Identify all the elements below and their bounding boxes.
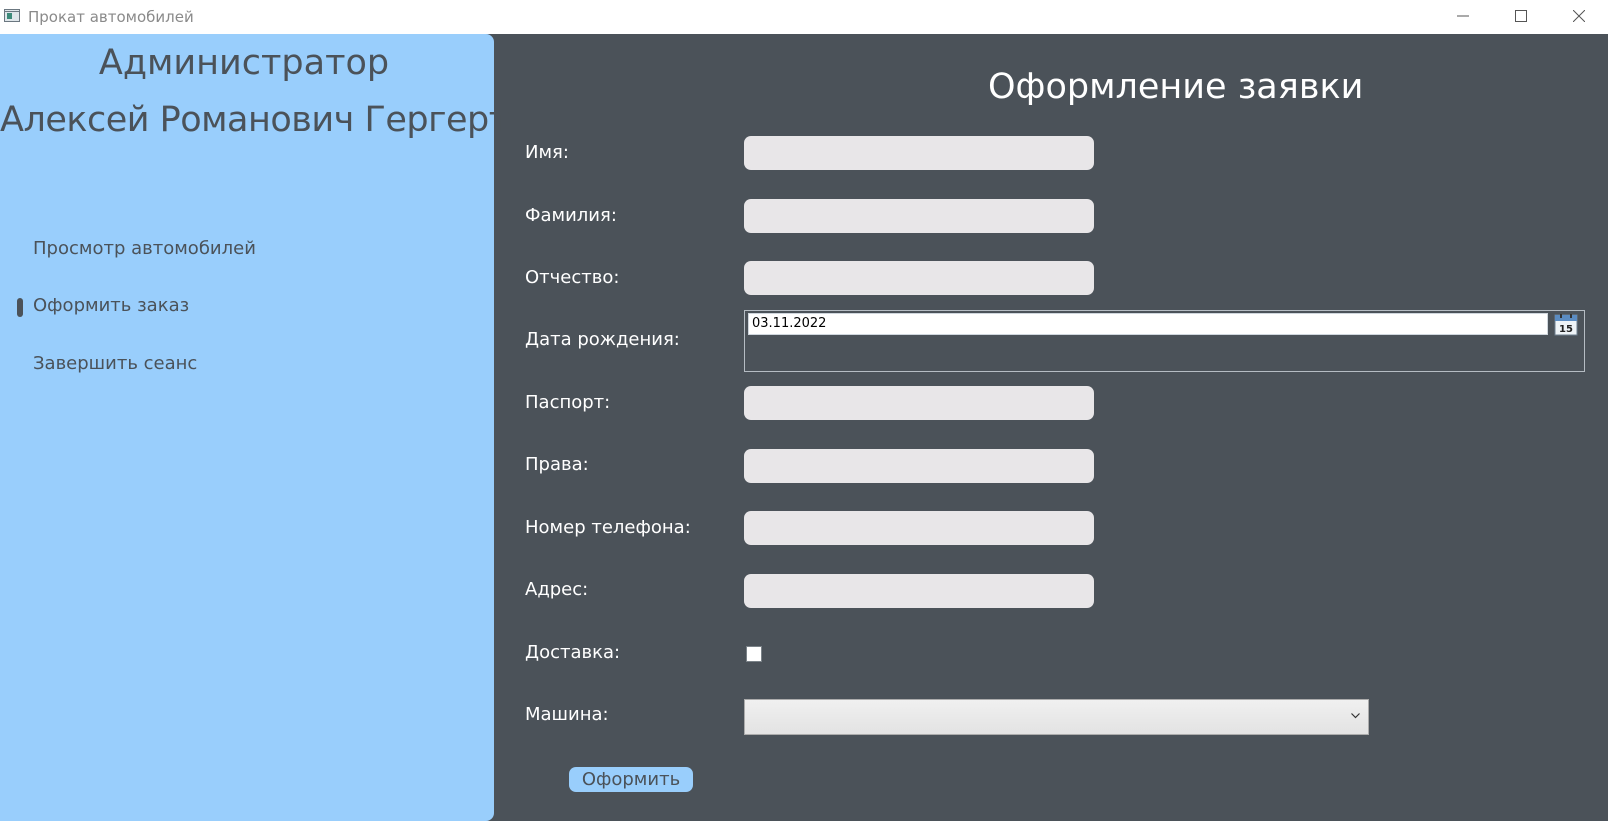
- chevron-down-icon: [1351, 713, 1360, 719]
- last-name-input[interactable]: [744, 199, 1094, 233]
- car-select[interactable]: [744, 699, 1369, 735]
- birth-date-label: Дата рождения:: [525, 329, 680, 350]
- user-name: Алексей Романович Гергерт: [0, 100, 509, 140]
- nav-item-place-order[interactable]: Оформить заказ: [33, 294, 189, 318]
- submit-order-button[interactable]: Оформить: [569, 767, 693, 792]
- delivery-checkbox[interactable]: [746, 646, 762, 662]
- app-window: Прокат автомобилей Администратор Алексей…: [0, 0, 1608, 821]
- maximize-button[interactable]: [1492, 0, 1550, 34]
- delivery-label: Доставка:: [525, 642, 621, 663]
- sidebar: Администратор Алексей Романович Гергерт …: [0, 34, 509, 821]
- first-name-input[interactable]: [744, 136, 1094, 170]
- calendar-day-text: 15: [1559, 324, 1573, 335]
- calendar-button[interactable]: 15: [1554, 314, 1578, 336]
- user-role: Администратор: [98, 43, 390, 83]
- close-button[interactable]: [1550, 0, 1608, 34]
- address-label: Адрес:: [525, 579, 589, 600]
- title-bar: Прокат автомобилей: [0, 0, 1608, 34]
- address-input[interactable]: [744, 574, 1094, 608]
- phone-label: Номер телефона:: [525, 517, 691, 538]
- minimize-button[interactable]: [1434, 0, 1492, 34]
- first-name-label: Имя:: [525, 142, 569, 163]
- patronymic-input[interactable]: [744, 261, 1094, 295]
- patronymic-label: Отчество:: [525, 267, 620, 288]
- passport-label: Паспорт:: [525, 392, 611, 413]
- form-title: Оформление заявки: [988, 67, 1364, 107]
- phone-input[interactable]: [744, 511, 1094, 545]
- minimize-icon: [1457, 15, 1469, 17]
- close-icon: [1573, 10, 1585, 22]
- last-name-label: Фамилия:: [525, 205, 617, 226]
- window-title: Прокат автомобилей: [28, 8, 194, 26]
- nav-item-logout[interactable]: Завершить сеанс: [33, 352, 197, 376]
- calendar-icon: 15: [1554, 314, 1578, 336]
- car-label: Машина:: [525, 704, 609, 725]
- birth-date-picker: 03.11.2022 15: [744, 310, 1585, 372]
- maximize-icon: [1515, 10, 1527, 22]
- app-icon: [4, 9, 20, 22]
- license-label: Права:: [525, 454, 589, 475]
- passport-input[interactable]: [744, 386, 1094, 420]
- birth-date-input[interactable]: 03.11.2022: [748, 313, 1548, 335]
- nav-item-view-cars[interactable]: Просмотр автомобилей: [33, 237, 256, 261]
- license-input[interactable]: [744, 449, 1094, 483]
- active-nav-indicator: [17, 298, 23, 317]
